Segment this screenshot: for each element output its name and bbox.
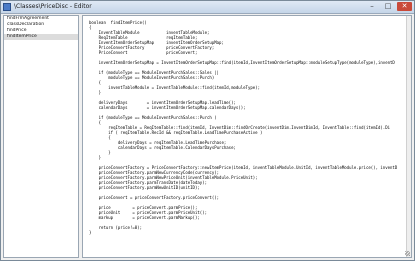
method-item-finditemprice[interactable]: findItemPrice	[4, 34, 78, 40]
method-list: findFrmAgreement classDeclaration findPr…	[3, 15, 79, 258]
code-line: }	[89, 155, 102, 160]
app-icon	[3, 3, 11, 11]
editor-scrollbar[interactable]	[406, 16, 411, 257]
editor-window: \Classes\PriceDisc - Editor – □ ✕ findFr…	[0, 0, 415, 261]
resize-grip-icon[interactable]	[405, 251, 410, 256]
maximize-button[interactable]: □	[381, 2, 395, 11]
code-line: if ( reqItemTable.RecId && reqItemTable.…	[89, 130, 263, 135]
code-line: boolean findItemPrice()	[89, 20, 147, 25]
code-line: inventItemOrderSetupMap = InventItemOrde…	[89, 60, 395, 65]
title-bar[interactable]: \Classes\PriceDisc - Editor – □ ✕	[1, 1, 414, 14]
code-line: inventTableModule = InventTableModule::f…	[89, 85, 260, 90]
code-line: PriceConvert priceConvert;	[89, 50, 198, 55]
close-button[interactable]: ✕	[397, 2, 412, 11]
code-line: }	[89, 230, 92, 235]
code-editor[interactable]: boolean findItemPrice() { InventTableMod…	[82, 15, 412, 258]
code-line: if (moduleType == ModuleInventPurchSales…	[89, 115, 217, 120]
code-line: return (price!=0);	[89, 225, 142, 230]
code-line: calendarDays = inventItemOrderSetupMap.c…	[89, 105, 246, 110]
code-line: moduleType == ModuleInventPurchSales::Pu…	[89, 75, 215, 80]
code-line: priceConvertFactory.parmNewUnitID(unitID…	[89, 185, 200, 190]
code-line: calendarDays = reqItemTable.CalendarDays…	[89, 145, 236, 150]
code-line: }	[89, 90, 102, 95]
code-line: markup = priceConvert.parmMarkup();	[89, 215, 200, 220]
window-title: \Classes\PriceDisc - Editor	[14, 3, 92, 10]
minimize-button[interactable]: –	[365, 2, 379, 11]
code-line: priceConvert = priceConvertFactory.price…	[89, 195, 220, 200]
